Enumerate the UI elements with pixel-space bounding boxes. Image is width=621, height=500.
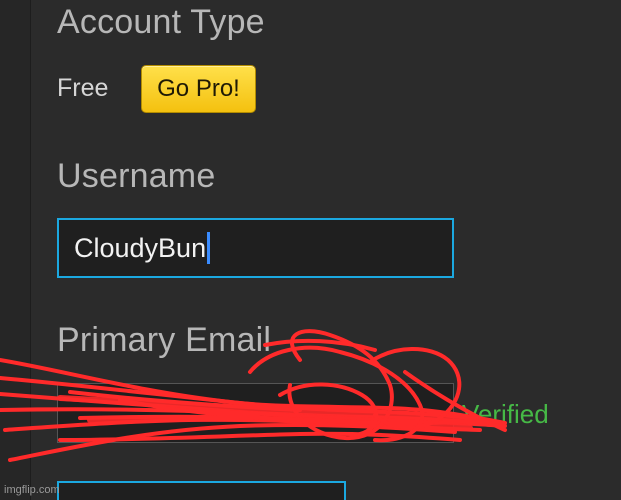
username-value: CloudyBun (74, 232, 207, 263)
verified-status: Verified (462, 399, 549, 429)
primary-email-input[interactable] (57, 383, 454, 443)
primary-email-heading: Primary Email (57, 321, 272, 359)
go-pro-button[interactable]: Go Pro! (141, 65, 256, 113)
text-cursor (207, 232, 211, 264)
username-input[interactable]: CloudyBun (57, 218, 454, 278)
account-type-heading: Account Type (57, 3, 265, 41)
sidebar-divider (30, 0, 31, 500)
username-heading: Username (57, 157, 216, 195)
plan-label: Free (57, 74, 109, 102)
imgflip-watermark: imgflip.com (4, 484, 60, 496)
sidebar-edge (0, 0, 30, 500)
next-input-field[interactable] (57, 481, 346, 500)
account-settings-page: Account Type Free Go Pro! Username Cloud… (0, 0, 621, 500)
